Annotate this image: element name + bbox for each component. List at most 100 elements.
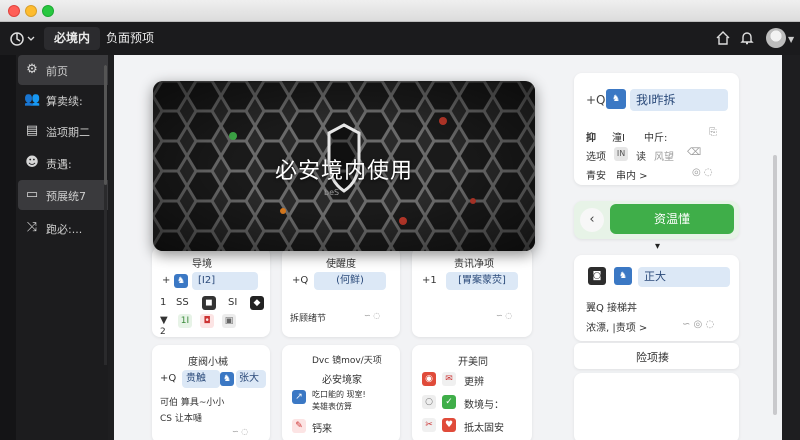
- document-icon: ▤: [25, 123, 39, 138]
- tab-preview[interactable]: 负面预项: [96, 27, 164, 50]
- contact-icon: ♞: [174, 274, 188, 288]
- profile-link[interactable]: 串内 >: [616, 167, 648, 182]
- diamond-icon: ◆: [250, 296, 264, 310]
- action-bar: ‹ 资温懂: [574, 201, 739, 239]
- user-group-icon: 👥: [24, 92, 41, 107]
- empty-card: [574, 373, 739, 440]
- sidebar-item-2[interactable]: 👥 算卖续:: [18, 85, 108, 115]
- add-contact-icon[interactable]: +Q: [160, 373, 176, 384]
- sidebar-item-label: 责遇:: [46, 158, 72, 171]
- profile-value: 中斤:: [644, 133, 668, 144]
- sidebar-item-6[interactable]: ⤨ 跑必:...: [18, 213, 108, 243]
- card-pill: [I2]: [192, 272, 258, 290]
- bottom-button-card[interactable]: 险项揍: [574, 343, 739, 369]
- module-card-2[interactable]: 使醒度 +Q (何鲜) 拆顾绪节 ∽ ◌: [282, 247, 400, 337]
- mail-icon: ✉: [442, 372, 456, 386]
- sidebar-item-4[interactable]: ☻ 责遇:: [18, 148, 108, 178]
- module-card-4[interactable]: 度阀小械 +Q 贵触 ♞ 张大 可伯 算具~小小 CS 让本嗵 ∽ ◌: [152, 345, 270, 440]
- window-titlebar: [0, 0, 800, 22]
- card-line: 更辨: [464, 377, 484, 388]
- card-title: 导境: [192, 259, 212, 270]
- card-line: 抵太固安: [464, 423, 504, 434]
- heart-icon: ♥: [442, 418, 456, 432]
- profile-value: 潼I: [612, 133, 625, 144]
- main-scrollbar[interactable]: [773, 155, 777, 415]
- link-icon: ↗: [292, 390, 306, 404]
- app-icon: ◼: [202, 296, 216, 310]
- card-value: 2: [160, 327, 166, 337]
- add-contact-icon[interactable]: +Q: [292, 275, 308, 286]
- user-name: 正大: [638, 267, 730, 287]
- card-line: CS 让本嗵: [160, 414, 202, 424]
- card-pill: [胃案蒙荧]: [446, 272, 518, 290]
- profile-label: 青安: [586, 171, 606, 182]
- add-contact-icon[interactable]: +Q: [586, 93, 606, 107]
- card-line: 数境与：: [464, 400, 504, 411]
- contact-icon: ♞: [606, 89, 626, 109]
- close-window-button[interactable]: [8, 5, 20, 17]
- app-icon: ◉: [422, 372, 436, 386]
- card-line: 美雄表仿算: [312, 402, 352, 411]
- add-icon[interactable]: +: [162, 275, 170, 286]
- module-card-5[interactable]: Dvc 镜mov/天项 必安境家 ↗ 吃口能的 现室! 美雄表仿算 ✎ 钙来: [282, 345, 400, 440]
- home-icon[interactable]: [714, 30, 732, 48]
- card-line: 钙来: [312, 424, 332, 435]
- sidebar-item-label: 预展统7: [46, 190, 86, 203]
- tag-icon: ⌫: [687, 147, 702, 158]
- sidebar-item-label: 前页: [46, 65, 68, 78]
- card-pill: (何鲜): [314, 272, 386, 290]
- profile-name: 我I昨拆: [630, 89, 728, 111]
- profile-value: 风望: [654, 152, 674, 163]
- sidebar-item-5[interactable]: ▭ 预展统7: [18, 180, 108, 210]
- settings-icon[interactable]: ◎ ◌: [692, 167, 713, 178]
- card-title: 责讯净项: [454, 259, 494, 270]
- zoom-window-button[interactable]: [42, 5, 54, 17]
- card-title: 使醒度: [326, 259, 356, 270]
- tab-home[interactable]: 必境内: [44, 27, 101, 50]
- more-icon[interactable]: ∽ ◌: [232, 427, 248, 436]
- profile-card: +Q ♞ 我I昨拆 抑 潼I 中斤: ⎘ 选项 IN 读 风望 ⌫ 青安 串内 …: [574, 73, 739, 185]
- card-line: 吃口能的 现室!: [312, 390, 366, 399]
- card-value: SS: [176, 297, 189, 308]
- back-icon[interactable]: ‹: [580, 208, 604, 232]
- tool-icon: ✂: [422, 418, 436, 432]
- card-value: 1: [160, 297, 167, 308]
- overlay-subtitle: beS: [324, 188, 340, 197]
- id-icon: IN: [614, 147, 628, 161]
- share-icon[interactable]: ⎘: [709, 127, 717, 138]
- cursor-mark: ▾: [655, 241, 661, 252]
- module-card-6[interactable]: 开美同 ◉ ✉ 更辨 ○ ✓ 数境与： ✂ ♥ 抵太固安: [412, 345, 532, 440]
- chevron-down-icon[interactable]: ▼: [788, 35, 794, 44]
- card-title: 度阀小械: [188, 357, 228, 368]
- sidebar-item-3[interactable]: ▤ 溢项期二: [18, 116, 108, 146]
- module-card-3[interactable]: 责讯净项 +1 [胃案蒙荧] ∽ ◌: [412, 247, 532, 337]
- user-link[interactable]: 浓漂, |责项 >: [586, 319, 647, 334]
- app-logo-icon[interactable]: [8, 29, 38, 49]
- sidebar-item-label: 跑必:...: [46, 223, 83, 236]
- more-icon[interactable]: ∽ ◎ ◌: [682, 319, 714, 330]
- card-footer: 拆顾绪节: [290, 314, 327, 324]
- top-navbar: 必境内 负面预项 ▼: [0, 22, 800, 55]
- add-icon[interactable]: +1: [422, 275, 437, 286]
- sidebar-item-label: 溢项期二: [46, 126, 90, 139]
- module-card-1[interactable]: 导境 + ♞ [I2] 1 SS ◼ SI ◆ ▼ 2 1I ◘ ▣: [152, 247, 270, 337]
- bottom-button-label: 险项揍: [636, 351, 669, 364]
- card-subtitle: 必安境家: [322, 375, 362, 386]
- wifi-icon: ▼: [160, 315, 168, 326]
- more-icon[interactable]: ∽ ◌: [496, 311, 512, 320]
- avatar[interactable]: [766, 28, 786, 48]
- profile-label: 抑: [586, 133, 596, 144]
- bell-icon[interactable]: [738, 30, 756, 48]
- primary-green-button[interactable]: 资温懂: [610, 204, 734, 234]
- sidebar-item-home[interactable]: ⚙ 前页: [18, 55, 108, 85]
- more-icon[interactable]: ∽ ◌: [364, 311, 380, 320]
- card-line: 可伯 算具~小小: [160, 398, 225, 408]
- profile-label: 选项: [586, 152, 606, 163]
- image-icon: ▣: [222, 314, 236, 328]
- check-icon: ✓: [442, 395, 456, 409]
- sidebar-scrollbar[interactable]: [104, 65, 107, 185]
- sidebar-edge: [0, 55, 16, 440]
- user-line: 翼Q 接梯丼: [586, 303, 638, 314]
- minimize-window-button[interactable]: [25, 5, 37, 17]
- sidebar: ⚙ 前页 👥 算卖续: ▤ 溢项期二 ☻ 责遇: ▭ 预展统7 ⤨ 跑必:...: [0, 55, 108, 440]
